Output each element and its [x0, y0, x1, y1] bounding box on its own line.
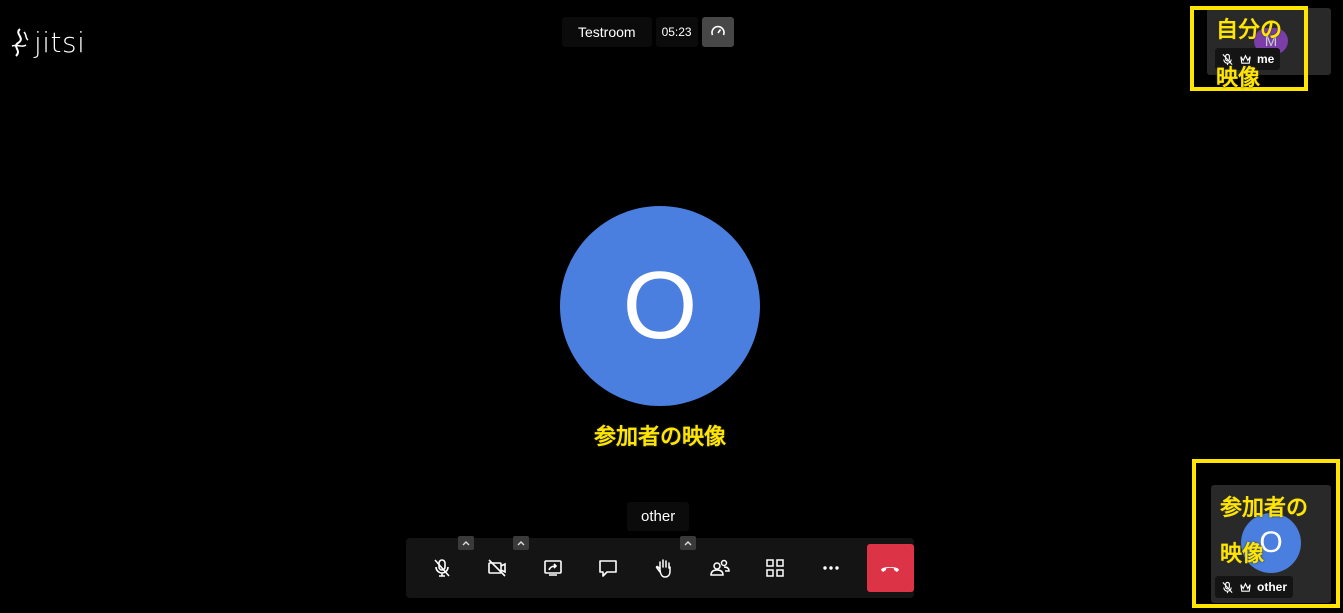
chevron-up-icon: [684, 541, 692, 546]
chevron-up-icon: [462, 541, 470, 546]
participants-button[interactable]: [696, 544, 744, 592]
hangup-icon: [881, 567, 900, 572]
stage-avatar-initial: O: [622, 252, 698, 359]
tile-view-icon: [766, 559, 784, 577]
screen-share-icon: [544, 560, 562, 576]
annotation-other-line1: 参加者の: [1220, 496, 1309, 521]
participants-icon: [709, 559, 730, 576]
jitsi-logo: jitsi: [8, 26, 85, 60]
screen-share-button[interactable]: [529, 544, 577, 592]
annotation-box-other: [1192, 459, 1340, 608]
dominant-speaker-name: other: [627, 502, 690, 531]
annotation-participant-video: 参加者の映像: [593, 425, 726, 450]
stage-avatar: O: [560, 206, 760, 406]
hangup-button[interactable]: [866, 544, 915, 592]
microphone-options-caret[interactable]: [457, 536, 474, 550]
connection-quality-button[interactable]: [701, 17, 734, 47]
jitsi-logo-text: jitsi: [34, 26, 86, 59]
microphone-muted-icon: [434, 559, 450, 577]
more-icon: [823, 566, 839, 570]
more-actions-button[interactable]: [807, 544, 855, 592]
reactions-options-caret[interactable]: [679, 536, 696, 550]
chevron-up-icon: [517, 541, 525, 546]
raise-hand-button[interactable]: [640, 536, 696, 592]
camera-options-caret[interactable]: [513, 536, 530, 550]
annotation-self-line1: 自分の: [1216, 18, 1283, 43]
annotation-self-line2: 映像: [1216, 66, 1261, 91]
main-toolbar: [406, 536, 915, 598]
camera-button[interactable]: [474, 536, 530, 592]
raise-hand-icon: [655, 559, 671, 578]
speedometer-icon: [710, 25, 725, 36]
conference-timer: 05:23: [655, 17, 698, 47]
room-name: Testroom: [562, 17, 652, 47]
camera-off-icon: [488, 559, 507, 577]
annotation-other-line2: 映像: [1220, 542, 1265, 567]
chat-button[interactable]: [585, 544, 633, 592]
microphone-button[interactable]: [418, 536, 474, 592]
tile-view-button[interactable]: [751, 544, 799, 592]
conference-info-bar: Testroom 05:23: [562, 17, 734, 47]
chat-icon: [599, 560, 618, 577]
jitsi-logo-icon: [11, 28, 29, 57]
